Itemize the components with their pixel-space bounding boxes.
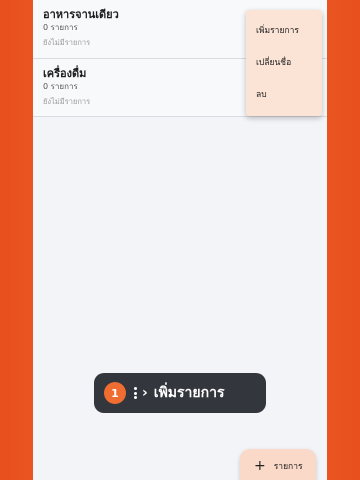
fab-label: รายการ <box>273 462 303 472</box>
tutorial-hint: 1 › เพิ่มรายการ <box>94 373 266 413</box>
step-number-badge: 1 <box>104 382 126 404</box>
menu-item-add-item[interactable]: เพิ่มรายการ <box>246 18 322 50</box>
plus-icon: + <box>254 458 266 474</box>
category-context-menu: เพิ่มรายการ เปลี่ยนชื่อ ลบ <box>246 10 322 116</box>
add-item-fab[interactable]: + รายการ <box>240 449 316 480</box>
more-vert-icon <box>134 387 137 399</box>
tutorial-hint-label: เพิ่มรายการ <box>153 385 225 401</box>
menu-item-rename[interactable]: เปลี่ยนชื่อ <box>246 50 322 82</box>
menu-item-delete[interactable]: ลบ <box>246 82 322 114</box>
chevron-right-icon: › <box>142 385 148 401</box>
